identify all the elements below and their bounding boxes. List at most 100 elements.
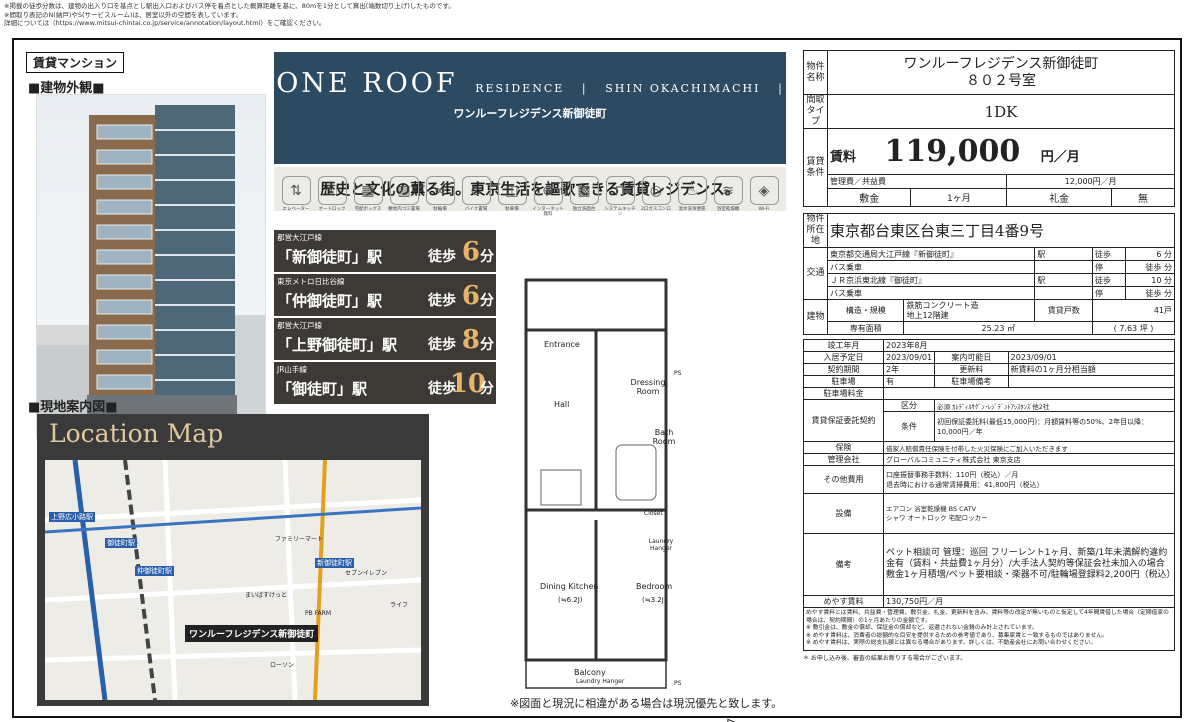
station-line: 東京メトロ日比谷線: [277, 277, 345, 286]
map-pin-label: ワンルーフレジデンス新御徒町: [185, 625, 319, 642]
traffic-station: 駅: [1034, 247, 1094, 261]
traffic-line: バス乗車: [826, 260, 1036, 274]
map-title: Location Map: [49, 419, 224, 448]
station-minutes: 6: [461, 237, 480, 267]
room-label: PS: [674, 370, 682, 377]
other-label: その他費用: [803, 465, 884, 494]
guide-rent-value: 130,750円／月: [883, 595, 1175, 608]
amenity-delivery: ▦ 宅配ボックス: [351, 176, 385, 212]
manager-label: 管理会社: [803, 453, 884, 466]
guide-label: 案内可能日: [934, 351, 1009, 364]
map-label: ファミリーマート: [275, 536, 324, 543]
map-label: 上野広小路駅: [49, 512, 95, 522]
amenity-icons: ⇅ エレベーター ⚿ オートロック ▦ 宅配ボックス ▥ 敷地内ゴミ置場 ∞ 駐輪場 ⊙ バ…: [279, 176, 789, 220]
amenity-label: Wi-Fi: [758, 207, 770, 212]
amenity-kitchen: ⊓ システムキッチン: [603, 176, 637, 217]
deposit-value: 1ヶ月: [910, 188, 1008, 207]
units-label: 賃貸戸数: [1034, 299, 1094, 322]
autolock-icon: ⚿: [317, 176, 347, 205]
parking-note-label: 駐車場備考: [934, 375, 1009, 388]
deposit-label: 敷金: [826, 188, 912, 207]
bottom-note: ＊ お申し込み後、審査の結果お断りする場合がございます。: [803, 654, 967, 662]
amenity-label: エレベーター: [282, 207, 310, 212]
area-label: 専有面積: [826, 321, 905, 335]
property-name: ワンルーフレジデンス新御徒町: [903, 55, 1099, 72]
insurance-label: 保険: [803, 441, 884, 454]
amenity-elevator: ⇅ エレベーター: [279, 176, 313, 212]
room-label: Hall: [554, 400, 570, 409]
amenity-internet: ⊕ インターネット無料: [531, 176, 565, 217]
room-label: Dining Kitchen: [540, 582, 599, 591]
equip-value: エアコン 浴室乾燥機 BS CATV: [886, 504, 977, 513]
amenity-bike: ⊙ バイク置場: [459, 176, 493, 212]
structure-label: 構造・規模: [826, 299, 905, 322]
amenity-label: 2口ガスコンロ: [641, 207, 671, 212]
traffic-min: 10: [1151, 275, 1162, 285]
key-money-label: 礼金: [1006, 188, 1113, 207]
other-value: 口座振替事務手数料：110円（税込）／月: [886, 470, 1019, 479]
parking-value: 有: [882, 375, 936, 388]
station-item: 東京メトロ日比谷線 「仲御徒町」駅 徒歩 6 分: [274, 274, 496, 316]
amenity-stove: ◎ 2口ガスコンロ: [639, 176, 673, 212]
address-value: 東京都台東区台東三丁目4番9号: [827, 213, 1175, 248]
amenity-label: 温水洗浄便座: [678, 207, 706, 212]
station-line: 都営大江戸線: [277, 233, 322, 242]
units-value: 41戸: [1092, 299, 1175, 322]
term-label: 契約期間: [803, 363, 884, 376]
map-label: PB FARM: [305, 610, 331, 617]
map-label: ライフ: [390, 602, 409, 609]
rent-label: 賃料: [830, 150, 857, 165]
amenity-label: 独立洗面台: [572, 207, 596, 212]
amenity-wifi: ◈ Wi-Fi: [747, 176, 781, 212]
room-label: Dressing Room: [630, 378, 666, 396]
built-label: 竣工年月: [803, 339, 884, 352]
header-notes: ※掲載の徒歩分数は、建物の出入り口を基点とし駅出入口およびバス停を着点とした概算…: [4, 2, 455, 28]
equip-value: シャワ オートロック 宅配ロッカー: [886, 513, 988, 522]
station-name: 「御徒町」駅: [277, 380, 368, 398]
fee-label: 管理費／共益費: [826, 174, 1008, 189]
bath-dryer-icon: ≋: [713, 176, 743, 205]
station-unit: 分: [480, 249, 494, 265]
address-label: 物件所在地: [803, 213, 828, 248]
traffic-walk: 停: [1092, 260, 1126, 274]
traffic-station: [1034, 286, 1094, 300]
station-line: 都営大江戸線: [277, 321, 322, 330]
amenity-label: バイク置場: [464, 207, 488, 212]
station-unit: 分: [480, 293, 494, 309]
area-tsubo: ( 7.63 坪 ): [1092, 321, 1175, 335]
building-label: 建物: [803, 299, 828, 335]
amenity-label: 駐輪場: [433, 207, 447, 212]
note-line: 詳細については（https://www.mitsui-chintai.co.jp…: [4, 19, 326, 27]
remarks-value: ペット相談可 管理：巡回 フリーレント1ヶ月、新築/1年未満解約違約金有（賃料・…: [883, 533, 1176, 596]
amenity-label: オートロック: [318, 207, 346, 212]
amenity-label: 浴室乾燥機: [716, 207, 740, 212]
room-label: Bedroom: [636, 582, 673, 591]
room-label: (≒6.2J): [558, 596, 583, 604]
delivery-box-icon: ▦: [353, 176, 383, 205]
floor-plan: Entrance Dressing Room Hall Bath Room Cl…: [496, 270, 796, 722]
station-name: 「仲御徒町」駅: [277, 292, 383, 310]
footnote: ※ めやす賃料は、実際の総支払額とは異なる場合があります。詳しくは、不動産会社に…: [806, 640, 1097, 646]
traffic-walk: 停: [1092, 286, 1126, 300]
map-label: 仲御徒町駅: [135, 566, 174, 576]
station-minutes: 6: [461, 281, 480, 311]
building-photo: [36, 94, 266, 439]
map-label: セブンイレブン: [345, 570, 388, 577]
structure-value: 鉄筋コンクリート造: [906, 300, 979, 310]
info-table: 物件名称 ワンルーフレジデンス新御徒町 ８０２号室 間取タイプ 1DK 賃貸条件…: [803, 50, 1176, 662]
room-label: Closet: [644, 510, 663, 517]
traffic-min: 徒歩: [1145, 262, 1162, 272]
traffic-line: バス乗車: [826, 286, 1036, 300]
wifi-icon: ◈: [749, 176, 779, 205]
structure-floors: 地上12階建: [906, 310, 949, 320]
traffic-station: 駅: [1034, 273, 1094, 287]
car-icon: ◫: [497, 176, 527, 205]
footnote: めやす賃料とは賃料、共益費・管理費、敷引金、礼金、更新料を含み、賃料等の改定が無…: [806, 610, 1169, 624]
traffic-min: 徒歩: [1145, 288, 1162, 298]
internet-icon: ⊕: [533, 176, 563, 205]
room-label: Laundry Hanger: [576, 678, 625, 685]
area-value: 25.23 ㎡: [903, 321, 1094, 335]
layout-label: 間取タイプ: [803, 94, 828, 129]
amenity-bath-dryer: ≋ 浴室乾燥機: [711, 176, 745, 212]
traffic-line: ＪＲ京浜東北線『御徒町』: [826, 273, 1036, 287]
